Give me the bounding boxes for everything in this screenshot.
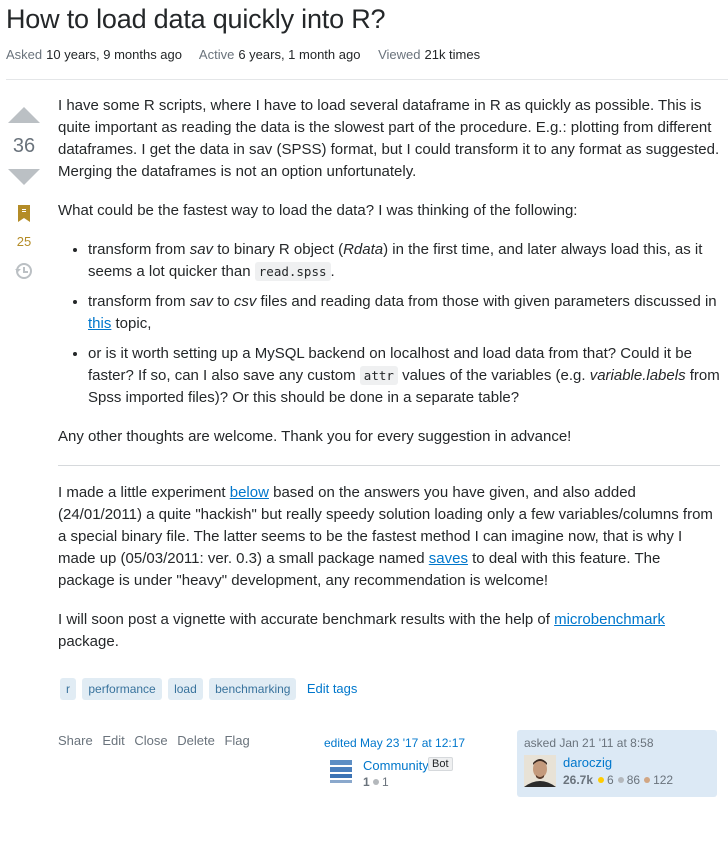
vote-cell: 36 25 — [6, 104, 42, 286]
silver-badge-icon — [617, 777, 624, 783]
bronze-badge-icon — [644, 777, 651, 783]
tag-performance[interactable]: performance — [82, 678, 162, 700]
edit-link[interactable]: Edit — [102, 733, 124, 748]
downvote-button[interactable] — [8, 169, 40, 185]
tag-benchmarking[interactable]: benchmarking — [209, 678, 297, 700]
saves-link[interactable]: saves — [429, 550, 468, 567]
vote-count: 36 — [12, 135, 36, 157]
list-item: or is it worth setting up a MySQL backen… — [88, 343, 720, 409]
tag-list: r performance load benchmarking Edit tag… — [60, 678, 357, 700]
asked-value[interactable]: 10 years, 9 months ago — [46, 47, 182, 62]
tag-load[interactable]: load — [168, 678, 203, 700]
tag-r[interactable]: r — [60, 678, 76, 700]
delete-link[interactable]: Delete — [177, 733, 215, 748]
viewed-label: Viewed — [378, 47, 421, 62]
inline-code: read.spss — [254, 262, 331, 281]
list-item: transform from sav to csv files and read… — [88, 291, 720, 335]
body-paragraph: I will soon post a vignette with accurat… — [58, 611, 665, 650]
post-menu: Share Edit Close Delete Flag — [58, 733, 256, 748]
favorite-count: 25 — [16, 234, 32, 249]
gold-badge-icon — [598, 777, 605, 783]
this-link[interactable]: this — [88, 315, 111, 332]
bot-badge: Bot — [428, 757, 453, 771]
upvote-button[interactable] — [8, 107, 40, 123]
body-paragraph: I have some R scripts, where I have to l… — [58, 97, 720, 180]
list-item: transform from sav to binary R object (R… — [88, 239, 720, 283]
asker-name[interactable]: daroczig — [563, 755, 612, 770]
asked-card: asked Jan 21 '11 at 8:58 daroczig 26.7k 6… — [517, 730, 717, 797]
silver-badge-icon — [373, 779, 380, 785]
bookmark-icon[interactable] — [17, 205, 31, 228]
header-divider — [6, 79, 728, 80]
edited-time[interactable]: edited May 23 '17 at 12:17 — [324, 736, 504, 750]
below-link[interactable]: below — [230, 484, 269, 501]
avatar[interactable] — [524, 755, 556, 787]
asked-label: Asked — [6, 47, 43, 62]
question-meta: Asked 10 years, 9 months ago Active 6 year… — [6, 47, 494, 62]
edit-tags-link[interactable]: Edit tags — [307, 681, 358, 696]
close-link[interactable]: Close — [134, 733, 167, 748]
asker-reputation: 26.7k 6 86 122 — [563, 773, 674, 787]
active-value[interactable]: 6 years, 1 month ago — [238, 47, 360, 62]
editor-name[interactable]: Community — [363, 758, 429, 773]
share-link[interactable]: Share — [58, 733, 93, 748]
stack-icon[interactable] — [330, 760, 352, 784]
body-divider — [58, 465, 720, 466]
body-paragraph: I made a little experiment below based o… — [58, 484, 713, 589]
microbenchmark-link[interactable]: microbenchmark — [554, 611, 665, 628]
editor-reputation: 1 1 — [363, 775, 389, 789]
edited-card: edited May 23 '17 at 12:17 Community Bot… — [324, 736, 504, 792]
inline-code: attr — [359, 366, 398, 385]
asked-time: asked Jan 21 '11 at 8:58 — [524, 736, 654, 750]
editor-info: Community Bot 1 1 — [324, 757, 504, 792]
question-title[interactable]: How to load data quickly into R? — [6, 4, 386, 35]
viewed-value: 21k times — [424, 47, 481, 62]
options-list: transform from sav to binary R object (R… — [58, 239, 720, 409]
body-paragraph: Any other thoughts are welcome. Thank yo… — [58, 428, 572, 445]
flag-link[interactable]: Flag — [224, 733, 249, 748]
active-label: Active — [198, 47, 235, 62]
question-body: I have some R scripts, where I have to l… — [58, 95, 720, 670]
history-icon[interactable] — [14, 261, 34, 286]
body-paragraph: What could be the fastest way to load th… — [58, 202, 578, 219]
